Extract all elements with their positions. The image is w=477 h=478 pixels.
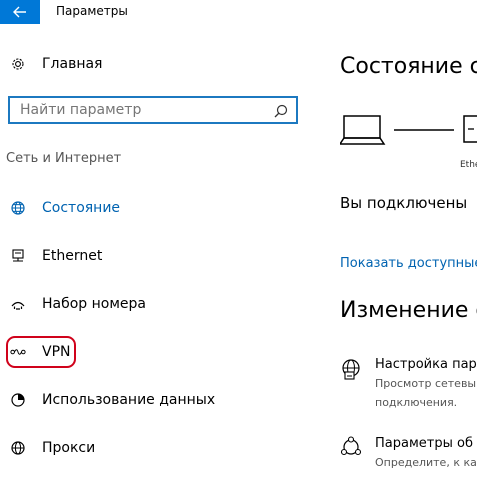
section-title: Сеть и Интернет xyxy=(6,151,122,166)
nav-home-label: Главная xyxy=(42,56,103,72)
search-icon xyxy=(274,104,288,118)
sidebar-item-data-usage[interactable]: Использование данных xyxy=(0,386,320,414)
nav-home[interactable]: Главная xyxy=(0,50,320,78)
sidebar-item-proxy[interactable]: Прокси xyxy=(0,434,320,462)
arrow-left-icon xyxy=(13,6,26,18)
sharing-options-title: Параметры об xyxy=(375,436,473,451)
sidebar-item-vpn[interactable]: VPN xyxy=(0,338,320,366)
network-label: Ethe xyxy=(460,160,477,170)
ethernet-icon xyxy=(10,248,26,264)
adapter-settings-desc-line2: подключения. xyxy=(375,396,458,409)
network-port-icon xyxy=(463,115,477,143)
proxy-globe-icon xyxy=(10,440,26,456)
connection-status: Вы подключены xyxy=(340,194,468,212)
sidebar-item-proxy-label: Прокси xyxy=(42,440,96,456)
laptop-icon xyxy=(340,115,386,145)
vpn-icon xyxy=(10,344,26,360)
data-usage-icon xyxy=(10,392,26,408)
sidebar-item-dialup[interactable]: Набор номера xyxy=(0,290,320,318)
adapter-settings-icon xyxy=(342,359,360,380)
sharing-options-desc-line1: Определите, к как xyxy=(375,456,477,469)
network-diagram xyxy=(340,115,477,145)
search-placeholder: Найти параметр xyxy=(20,102,142,118)
adapter-settings-title: Настройка пар xyxy=(375,357,477,372)
sharing-options-icon xyxy=(340,436,362,456)
back-button[interactable] xyxy=(0,0,40,24)
title-bar: Параметры xyxy=(0,0,477,24)
sidebar-item-data-usage-label: Использование данных xyxy=(42,392,216,408)
sidebar-item-status[interactable]: Состояние xyxy=(0,194,320,222)
sidebar-item-vpn-label: VPN xyxy=(42,344,71,360)
sidebar-item-status-label: Состояние xyxy=(42,200,121,216)
search-input[interactable]: Найти параметр xyxy=(8,96,298,124)
sidebar-item-ethernet[interactable]: Ethernet xyxy=(0,242,320,270)
adapter-settings-desc-line1: Просмотр сетевы xyxy=(375,377,477,390)
show-available-networks-link[interactable]: Показать доступные xyxy=(340,256,477,271)
sidebar-item-ethernet-label: Ethernet xyxy=(42,248,103,264)
change-settings-heading: Изменение с xyxy=(340,298,477,323)
gear-icon xyxy=(10,56,26,72)
sidebar-item-dialup-label: Набор номера xyxy=(42,296,147,312)
globe-icon xyxy=(10,200,26,216)
window-title: Параметры xyxy=(56,4,128,18)
page-title: Состояние се xyxy=(340,54,477,79)
content-pane: Состояние се Ethe Вы подключены Показать… xyxy=(320,24,477,478)
dialup-icon xyxy=(10,296,26,312)
